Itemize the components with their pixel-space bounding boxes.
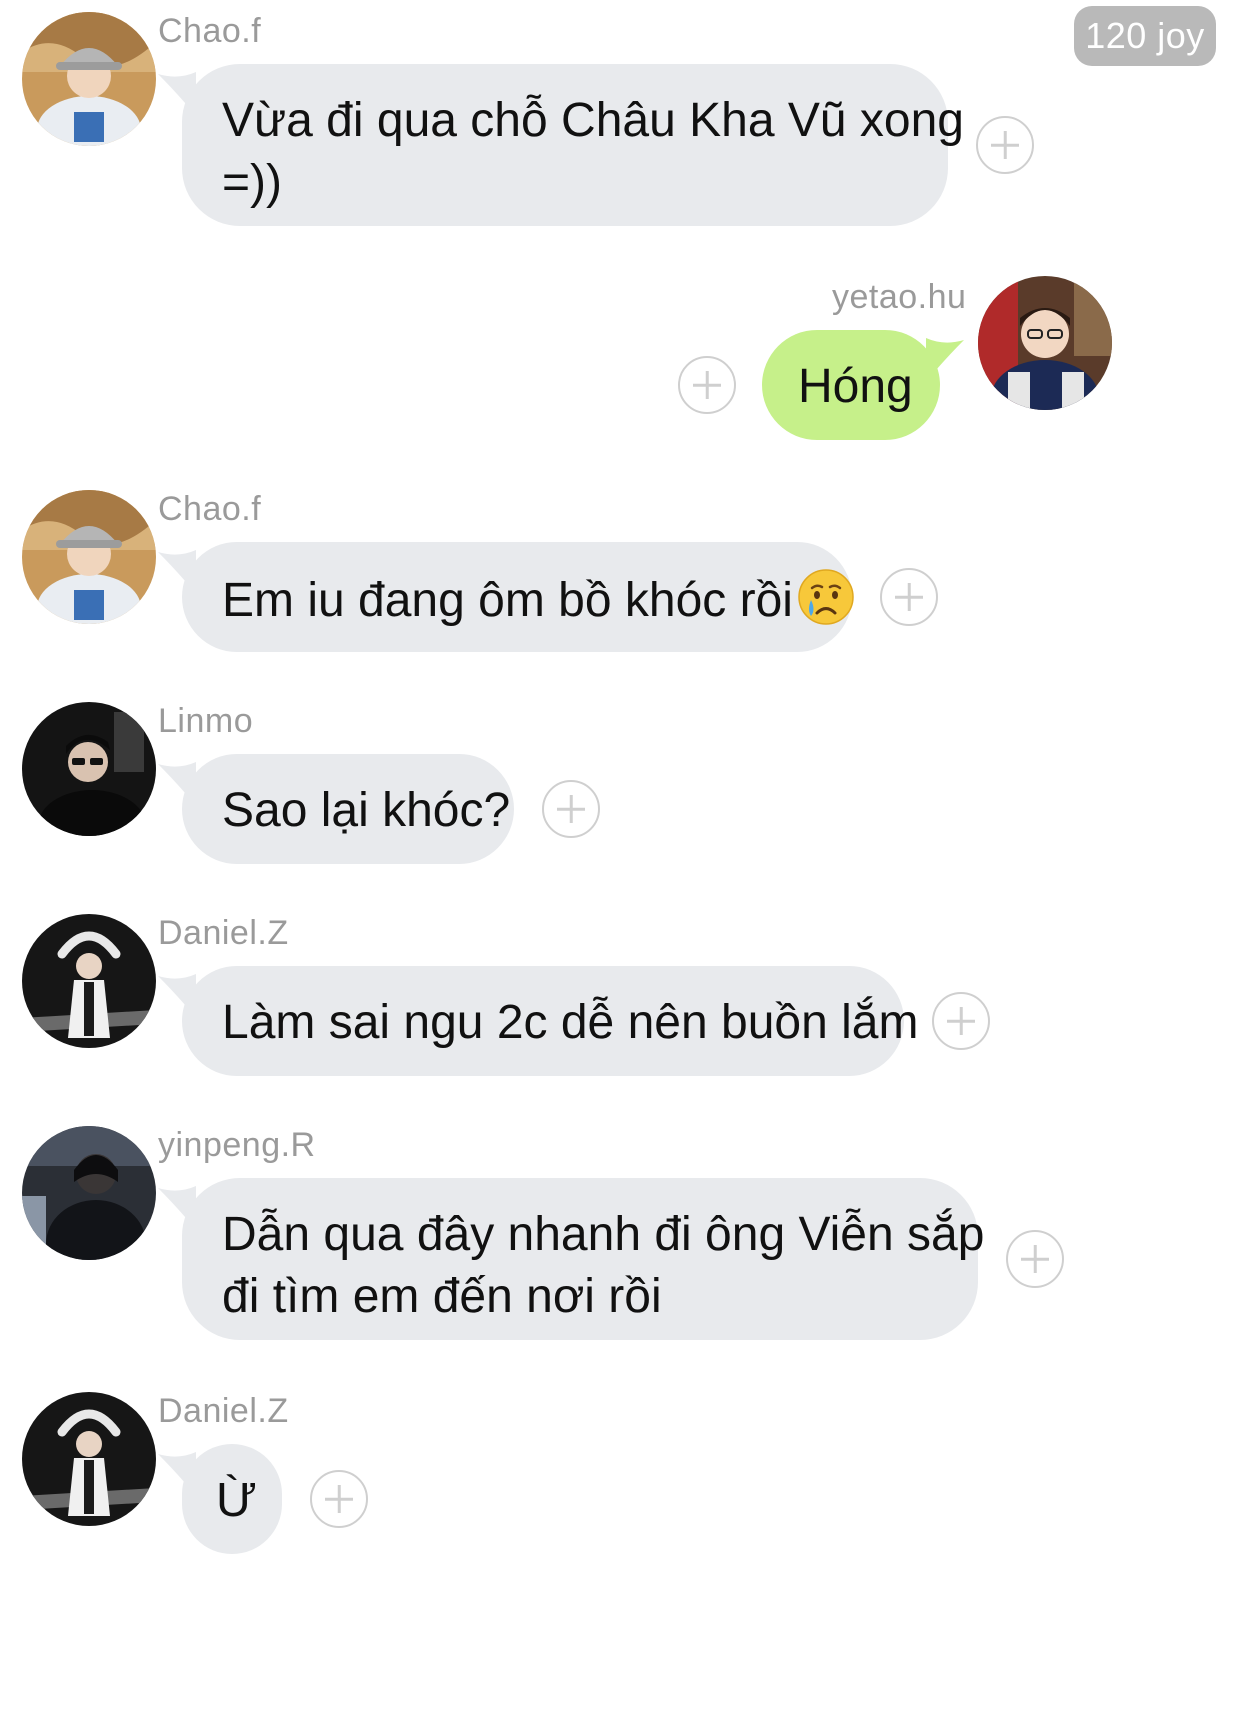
avatar-chao-f[interactable] (22, 490, 156, 624)
add-reaction-button[interactable] (310, 1470, 368, 1528)
message-text-line: Dẫn qua đây nhanh đi ông Viễn sắp (222, 1208, 985, 1261)
add-reaction-button[interactable] (1006, 1230, 1064, 1288)
sender-name: Daniel.Z (158, 914, 289, 952)
message-bubble[interactable]: Sao lại khóc? (182, 754, 514, 864)
sender-name: Daniel.Z (158, 1392, 289, 1430)
message-text-line: đi tìm em đến nơi rồi (222, 1270, 662, 1323)
avatar-daniel-z[interactable] (22, 914, 156, 1048)
add-reaction-button[interactable] (542, 780, 600, 838)
add-reaction-button[interactable] (678, 356, 736, 414)
add-reaction-button[interactable] (932, 992, 990, 1050)
sender-name: yinpeng.R (158, 1126, 316, 1164)
sender-name: yetao.hu (832, 278, 967, 316)
message-bubble[interactable]: Ừ (182, 1444, 282, 1554)
message-text: Em iu đang ôm bồ khóc rồi (222, 574, 793, 627)
message-bubble[interactable]: Làm sai ngu 2c dễ nên buồn lắm (182, 966, 918, 1076)
crying-face-icon (797, 568, 855, 626)
sender-name: Linmo (158, 702, 254, 740)
message-text-line: Vừa đi qua chỗ Châu Kha Vũ xong (222, 94, 964, 147)
message-bubble[interactable]: Vừa đi qua chỗ Châu Kha Vũ xong =)) (182, 64, 964, 226)
sender-name: Chao.f (158, 12, 262, 50)
add-reaction-button[interactable] (880, 568, 938, 626)
message-bubble[interactable]: Dẫn qua đây nhanh đi ông Viễn sắp đi tìm… (182, 1178, 985, 1340)
joy-badge: 120 joy (1074, 6, 1216, 66)
add-reaction-button[interactable] (976, 116, 1034, 174)
message-bubble[interactable]: Em iu đang ôm bồ khóc rồi (182, 542, 855, 652)
avatar-yinpeng-r[interactable] (22, 1126, 156, 1260)
avatar-yetao-hu[interactable] (978, 276, 1112, 410)
message-text-line: =)) (222, 156, 282, 209)
sender-name: Chao.f (158, 490, 262, 528)
avatar-linmo[interactable] (22, 702, 156, 836)
avatar-chao-f[interactable] (22, 12, 156, 146)
message-bubble-outgoing[interactable]: Hóng (762, 330, 940, 440)
avatar-daniel-z[interactable] (22, 1392, 156, 1526)
